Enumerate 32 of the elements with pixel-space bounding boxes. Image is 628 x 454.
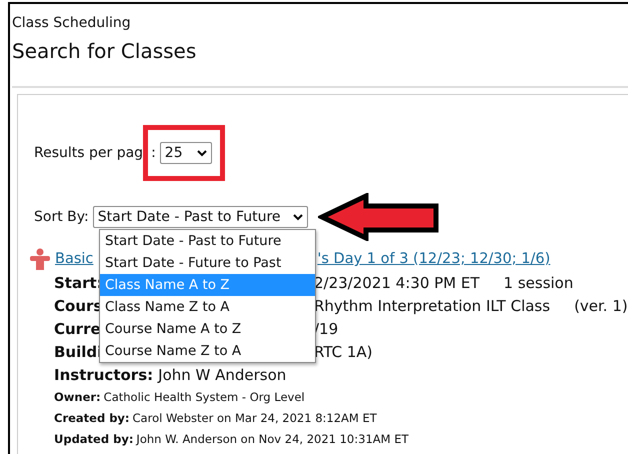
page-title: Search for Classes	[12, 38, 198, 65]
colon: :	[151, 145, 156, 161]
chevron-down-icon	[196, 150, 207, 156]
field-value: 1 session	[504, 274, 574, 292]
field-value: (ver. 1)	[574, 296, 628, 314]
meta-value: Catholic Health System - Org Level	[104, 390, 305, 404]
results-per-page-select[interactable]: 25	[160, 142, 212, 164]
meta-value: John W. Anderson on Nov 24, 2021 10:31AM ET	[136, 432, 408, 446]
sort-option[interactable]: Start Date - Past to Future	[100, 230, 315, 252]
field-label: Start:	[54, 274, 100, 292]
meta-label: Updated by:	[54, 432, 134, 446]
breadcrumb: Class Scheduling	[12, 14, 132, 32]
results-per-page-label: Results per pag	[34, 145, 144, 161]
sort-option[interactable]: Class Name Z to A	[100, 296, 315, 318]
field-value: John W Anderson	[158, 366, 286, 384]
presenter-icon	[28, 248, 52, 270]
sort-option[interactable]: Course Name A to Z	[100, 318, 315, 340]
meta-label: Owner:	[54, 390, 101, 404]
class-link[interactable]: Basic	[55, 251, 94, 267]
sort-by-label: Sort By:	[34, 209, 89, 225]
class-link[interactable]: 's Day 1 of 3 (12/23; 12/30; 1/6)	[317, 251, 550, 267]
field-value: 2/23/2021 4:30 PM ET	[314, 274, 480, 292]
sort-option[interactable]: Course Name Z to A	[100, 340, 315, 362]
meta-label: Created by:	[54, 410, 130, 424]
field-label: Curre	[54, 320, 100, 338]
meta-value: Carol Webster on Mar 24, 2021 8:12AM ET	[132, 410, 377, 424]
field-value: Rhythm Interpretation ILT Class	[314, 296, 550, 314]
chevron-down-icon	[292, 214, 303, 220]
field-label: Instructors:	[54, 366, 154, 384]
arrow-pointer-icon	[318, 193, 440, 241]
sort-option[interactable]: Start Date - Future to Past	[100, 252, 315, 274]
sort-by-select[interactable]: Start Date - Past to Future	[92, 206, 308, 228]
